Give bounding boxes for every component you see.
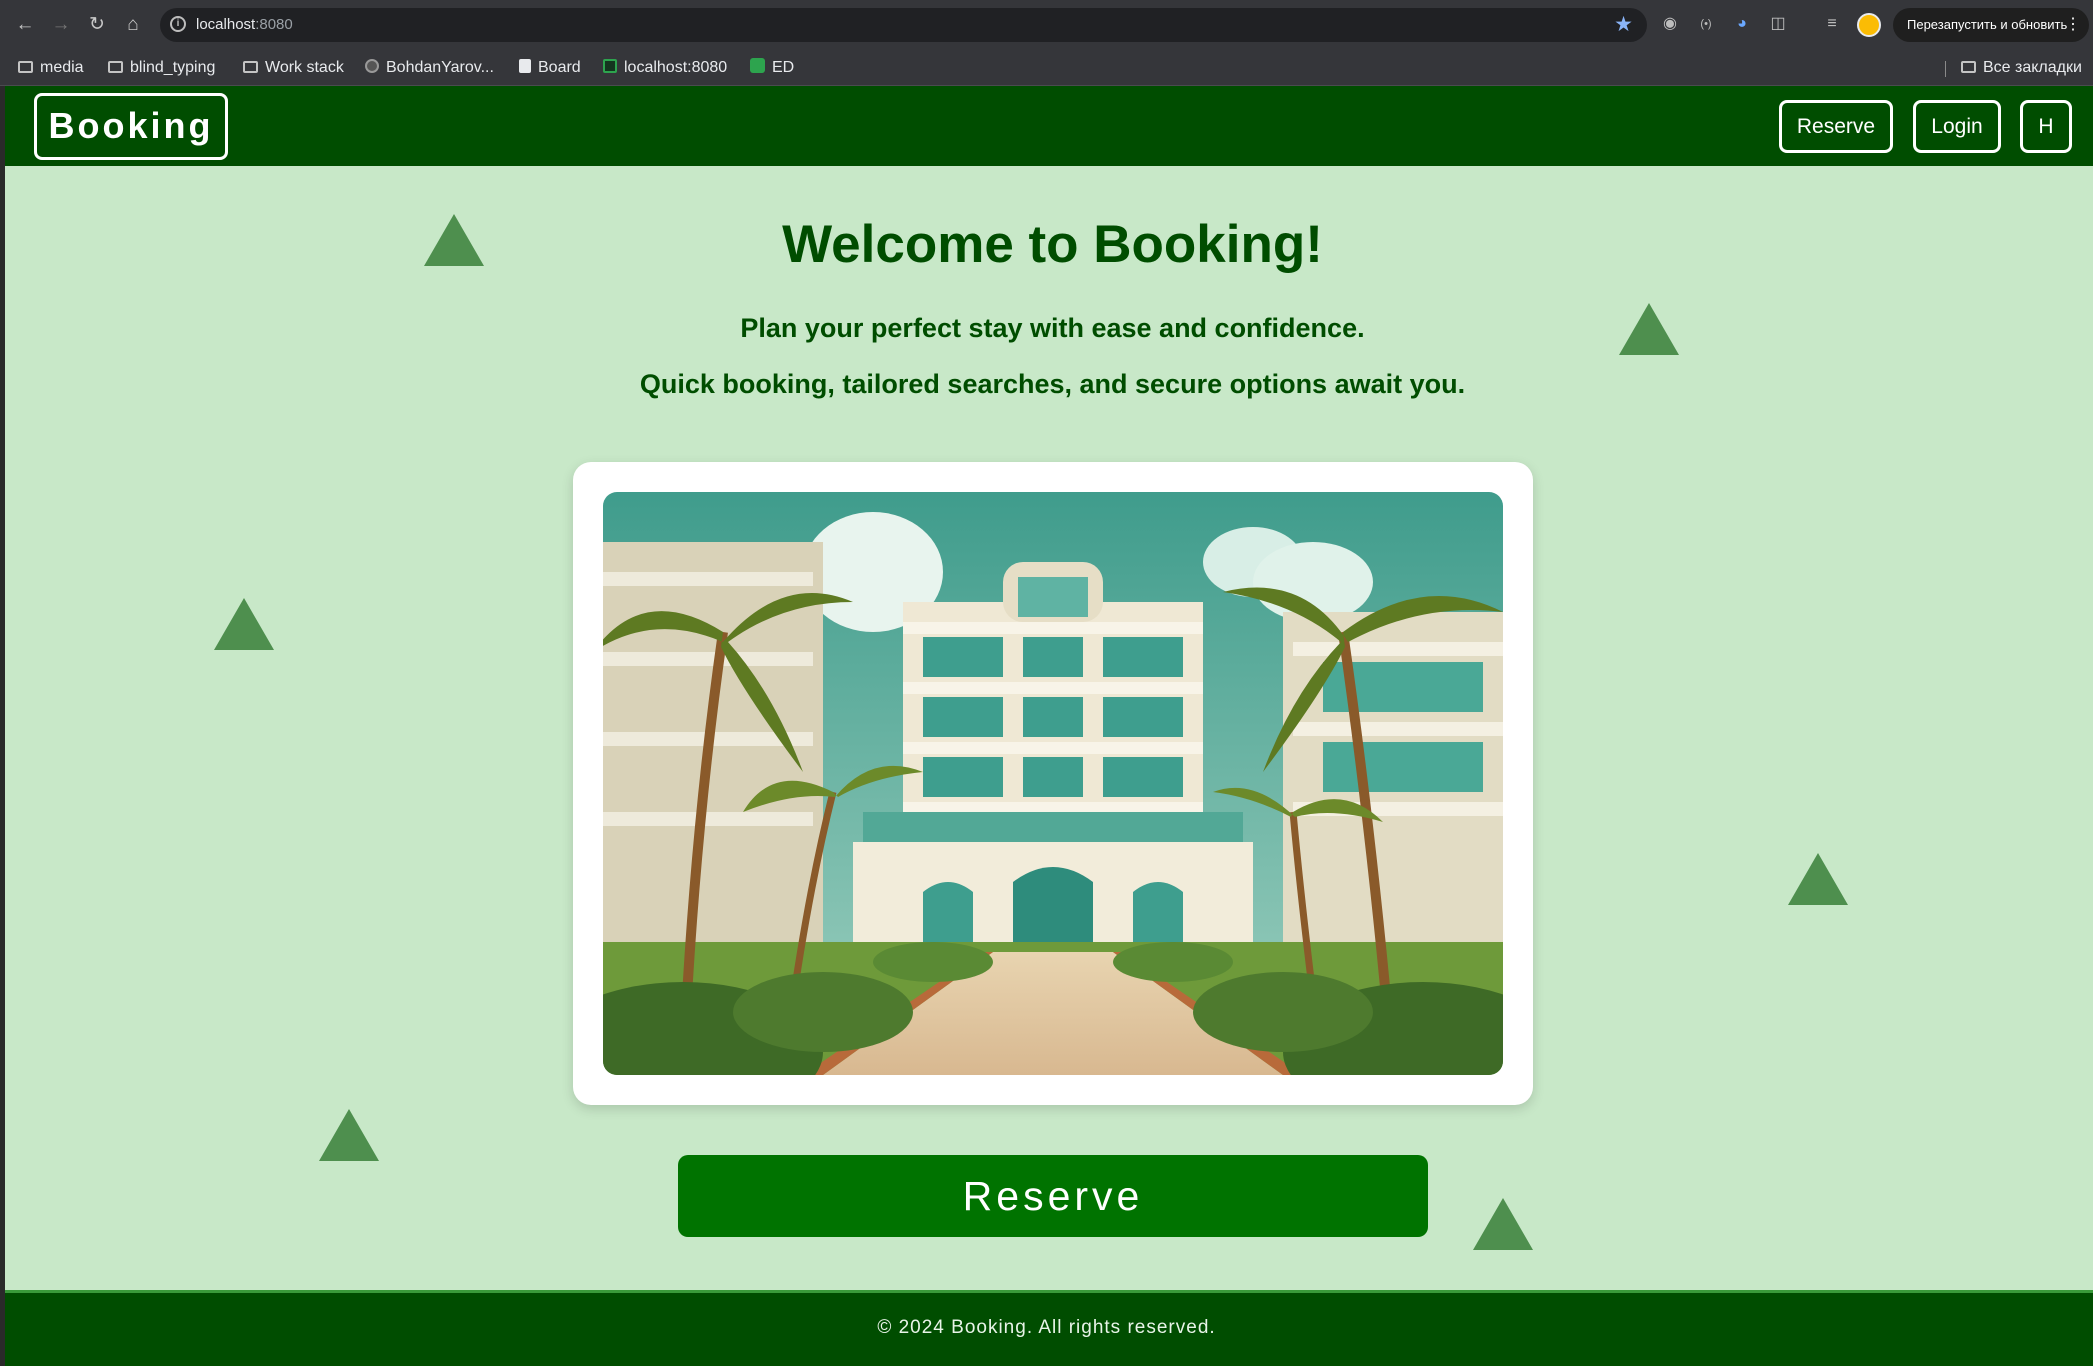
bookmark-label: media [40, 59, 84, 76]
all-bookmarks-label: Все закладки [1983, 59, 2082, 76]
bookmark-blind-typing[interactable]: blind_typing [108, 56, 215, 80]
bookmark-label: localhost:8080 [624, 59, 728, 76]
home-icon[interactable]: ⌂ [120, 12, 146, 38]
profile-avatar[interactable] [1857, 13, 1881, 37]
address-bar[interactable]: i localhost:8080 ★ [160, 8, 1647, 42]
bookmark-board[interactable]: Board [519, 56, 581, 80]
bookmark-star-icon[interactable]: ★ [1614, 12, 1633, 37]
hero-image-card [573, 462, 1533, 1105]
bookmark-work-stack[interactable]: Work stack [243, 56, 344, 80]
tagline-line-1: Plan your perfect stay with ease and con… [740, 313, 1365, 343]
extension-icon[interactable]: (•) [1696, 14, 1716, 34]
bookmark-media[interactable]: media [18, 56, 84, 80]
trello-icon [519, 59, 531, 73]
bookmark-label: BohdanYarov... [386, 59, 494, 76]
bookmark-github[interactable]: BohdanYarov... [365, 56, 494, 80]
page: Booking Reserve Login H Welcome to Booki… [0, 86, 2093, 1366]
all-bookmarks[interactable]: Все закладки [1961, 56, 2082, 80]
tagline-line-2: Quick booking, tailored searches, and se… [639, 369, 1466, 399]
bookmarks-separator [1945, 61, 1946, 77]
restart-label: Перезапустить и обновить [1907, 17, 2068, 32]
hotel-illustration [603, 492, 1503, 1075]
media-queue-icon[interactable]: ≡ [1822, 14, 1842, 34]
decorative-triangle [1473, 1198, 1533, 1250]
forward-icon[interactable]: → [48, 12, 74, 38]
folder-icon [108, 61, 123, 73]
site-info-icon[interactable]: i [170, 16, 186, 32]
site-header: Booking Reserve Login H [0, 86, 2093, 166]
url-port: :8080 [255, 16, 293, 33]
github-icon [365, 59, 379, 73]
folder-icon [18, 61, 33, 73]
ed-icon [750, 58, 765, 73]
url-host: localhost [196, 16, 256, 33]
browser-toolbar: ← → ↻ ⌂ i localhost:8080 ★ ◉ (•) ◕ ◫ ≡ П… [0, 0, 2093, 50]
decorative-triangle [319, 1109, 379, 1161]
decorative-triangle [214, 598, 274, 650]
extension-icon[interactable]: ◕ [1732, 14, 1752, 34]
bookmark-localhost[interactable]: localhost:8080 [603, 56, 727, 80]
login-button[interactable]: Login [1913, 100, 2001, 153]
bookmark-label: blind_typing [130, 59, 216, 76]
copyright-text: © 2024 Booking. All rights reserved. [877, 1317, 1216, 1338]
decorative-triangle [1788, 853, 1848, 905]
bookmarks-bar: media blind_typing Work stack BohdanYaro… [0, 50, 2093, 86]
reserve-button[interactable]: Reserve [678, 1155, 1428, 1237]
bookmark-label: Board [538, 59, 581, 76]
bookmark-ed[interactable]: ED [750, 56, 794, 80]
bookmark-label: ED [772, 59, 795, 76]
booking-logo[interactable]: Booking [34, 93, 228, 160]
site-footer: © 2024 Booking. All rights reserved. [0, 1290, 2093, 1366]
page-title: Welcome to Booking! [782, 215, 1323, 274]
url-text[interactable]: localhost:8080 [196, 16, 293, 33]
back-icon[interactable]: ← [12, 12, 38, 38]
reload-icon[interactable]: ↻ [84, 12, 110, 38]
bookmark-label: Work stack [265, 59, 344, 76]
restart-update-button[interactable]: Перезапустить и обновить ⋮ [1893, 8, 2089, 42]
reserve-nav-button[interactable]: Reserve [1779, 100, 1893, 153]
site-icon [603, 59, 617, 73]
more-menu-icon[interactable]: ⋮ [2065, 8, 2081, 42]
extension-icon[interactable]: ◉ [1660, 14, 1680, 34]
user-initial-button[interactable]: H [2020, 100, 2072, 153]
folder-icon [1961, 61, 1976, 73]
window-edge [0, 86, 5, 1366]
extensions-puzzle-icon[interactable]: ◫ [1768, 14, 1788, 34]
folder-icon [243, 61, 258, 73]
